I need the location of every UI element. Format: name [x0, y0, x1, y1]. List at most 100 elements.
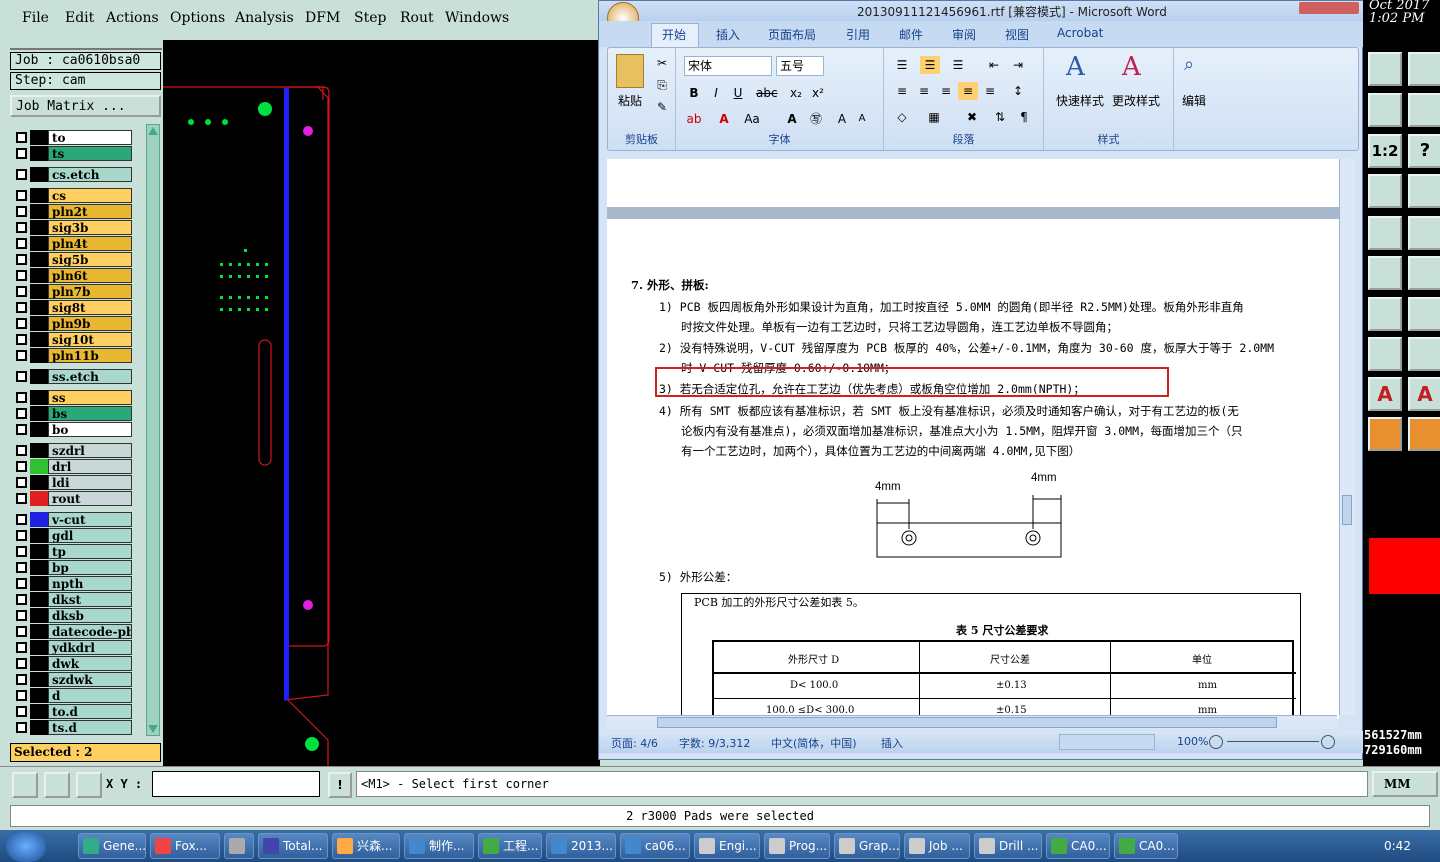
superscript-icon[interactable]: x²	[808, 84, 828, 102]
layer-name[interactable]: szdwk	[48, 672, 132, 687]
paste-icon[interactable]	[616, 54, 644, 88]
select-tool-icon[interactable]	[1368, 417, 1402, 451]
layer-scrollbar[interactable]	[146, 124, 160, 736]
layer-name[interactable]: to.d	[48, 704, 132, 719]
layer-row-pln2t[interactable]: pln2t	[14, 204, 132, 219]
layer-row-bo[interactable]: bo	[14, 422, 132, 437]
layer-name[interactable]: cs.etch	[48, 167, 132, 182]
change-styles-label[interactable]: 更改样式	[1112, 92, 1160, 109]
scroll-up-icon[interactable]	[148, 127, 158, 135]
layer-indicator[interactable]	[30, 688, 48, 703]
layer-row-pln4t[interactable]: pln4t	[14, 236, 132, 251]
document-page[interactable]: 7. 外形、拼板: 1) PCB 板四周板角外形如果设计为直角，加工时按直径 5…	[607, 219, 1339, 719]
highlight-icon[interactable]: ab	[684, 110, 704, 128]
layer-checkbox[interactable]	[16, 445, 27, 456]
menu-dfm[interactable]: DFM	[305, 10, 340, 26]
layer-checkbox[interactable]	[16, 642, 27, 653]
taskbar-item[interactable]: 2013...	[546, 833, 616, 859]
layer-name[interactable]: bp	[48, 560, 132, 575]
status-mode[interactable]: 插入	[881, 735, 903, 751]
window-icon[interactable]	[1408, 52, 1440, 86]
layer-name[interactable]: ss.etch	[48, 369, 132, 384]
taskbar-item[interactable]	[224, 833, 254, 859]
layer-row-bp[interactable]: bp	[14, 560, 132, 575]
layer-indicator[interactable]	[30, 204, 48, 219]
layer-name[interactable]: dkst	[48, 592, 132, 607]
align-left-icon[interactable]: ≡	[892, 82, 912, 100]
layer-indicator[interactable]	[30, 300, 48, 315]
layer-checkbox[interactable]	[16, 222, 27, 233]
layer-indicator[interactable]	[30, 443, 48, 458]
subscript-icon[interactable]: x₂	[786, 84, 806, 102]
tab-acrobat[interactable]: Acrobat	[1057, 26, 1103, 40]
show-marks-icon[interactable]: ¶	[1014, 108, 1034, 126]
layer-name[interactable]: npth	[48, 576, 132, 591]
layer-checkbox[interactable]	[16, 477, 27, 488]
layer-checkbox[interactable]	[16, 206, 27, 217]
tab-layout[interactable]: 页面布局	[768, 26, 816, 43]
tab-references[interactable]: 引用	[846, 26, 870, 43]
layer-indicator[interactable]	[30, 672, 48, 687]
taskbar-item[interactable]: Grap...	[834, 833, 900, 859]
taskbar-item[interactable]: 工程...	[478, 833, 542, 859]
italic-icon[interactable]: I	[706, 84, 726, 102]
taskbar-item[interactable]: Prog...	[764, 833, 830, 859]
status-language[interactable]: 中文(简体，中国)	[771, 735, 857, 751]
scroll-thumb[interactable]	[1342, 495, 1352, 525]
view-buttons[interactable]	[1059, 734, 1155, 750]
layer-row-v-cut[interactable]: v-cut	[14, 512, 132, 527]
layer-row-pln6t[interactable]: pln6t	[14, 268, 132, 283]
paste-label[interactable]: 粘贴	[618, 92, 642, 109]
layer-indicator[interactable]	[30, 316, 48, 331]
line-spacing-icon[interactable]: ↕	[1008, 82, 1028, 100]
layer-name[interactable]: ts	[48, 146, 132, 161]
layer-row-npth[interactable]: npth	[14, 576, 132, 591]
graphic-canvas[interactable]	[163, 40, 600, 766]
numbering-icon[interactable]: ☰	[920, 56, 940, 74]
arc-icon[interactable]	[1368, 297, 1402, 331]
change-case-icon[interactable]: Aa	[742, 110, 762, 128]
word-vscrollbar[interactable]	[1339, 159, 1355, 715]
layer-checkbox[interactable]	[16, 626, 27, 637]
find-icon[interactable]: ⌕	[1184, 54, 1194, 75]
layer-indicator[interactable]	[30, 704, 48, 719]
select-tool2-icon[interactable]	[1408, 417, 1440, 451]
layer-row-ss-etch[interactable]: ss.etch	[14, 369, 132, 384]
taskbar-item[interactable]: Total...	[258, 833, 328, 859]
layer-row-sig3b[interactable]: sig3b	[14, 220, 132, 235]
layer-name[interactable]: tp	[48, 544, 132, 559]
start-button[interactable]	[6, 830, 46, 862]
layer-checkbox[interactable]	[16, 302, 27, 313]
layer-name[interactable]: ss	[48, 390, 132, 405]
layer-indicator[interactable]	[30, 268, 48, 283]
layer-name[interactable]: sig3b	[48, 220, 132, 235]
layer-name[interactable]: pln4t	[48, 236, 132, 251]
redraw-icon[interactable]	[1408, 93, 1440, 127]
layer-indicator[interactable]	[30, 576, 48, 591]
taskbar-item[interactable]: CA0...	[1114, 833, 1178, 859]
layer-checkbox[interactable]	[16, 594, 27, 605]
layer-indicator[interactable]	[30, 146, 48, 161]
distributed-icon[interactable]: ≡	[980, 82, 1000, 100]
layer-indicator[interactable]	[30, 459, 48, 474]
layer-checkbox[interactable]	[16, 493, 27, 504]
layer-checkbox[interactable]	[16, 392, 27, 403]
font-name-select[interactable]: 宋体	[684, 56, 772, 76]
layer-name[interactable]: ts.d	[48, 720, 132, 735]
layer-name[interactable]: v-cut	[48, 512, 132, 527]
units-button[interactable]: MM	[1372, 771, 1438, 797]
layer-indicator[interactable]	[30, 167, 48, 182]
zoom-slider[interactable]	[1227, 741, 1319, 742]
taskbar-item[interactable]: Engi...	[694, 833, 760, 859]
menu-step[interactable]: Step	[354, 10, 386, 26]
word-hscrollbar[interactable]	[607, 715, 1337, 729]
layer-name[interactable]: sig10t	[48, 332, 132, 347]
layer-row-bs[interactable]: bs	[14, 406, 132, 421]
char-shading-icon[interactable]: A	[782, 110, 802, 128]
layer-checkbox[interactable]	[16, 546, 27, 557]
layer-checkbox[interactable]	[16, 578, 27, 589]
edit-label[interactable]: 编辑	[1182, 92, 1206, 109]
layer-row-d[interactable]: d	[14, 688, 132, 703]
taskbar-item[interactable]: Gene...	[78, 833, 146, 859]
menu-edit[interactable]: Edit	[65, 10, 94, 26]
